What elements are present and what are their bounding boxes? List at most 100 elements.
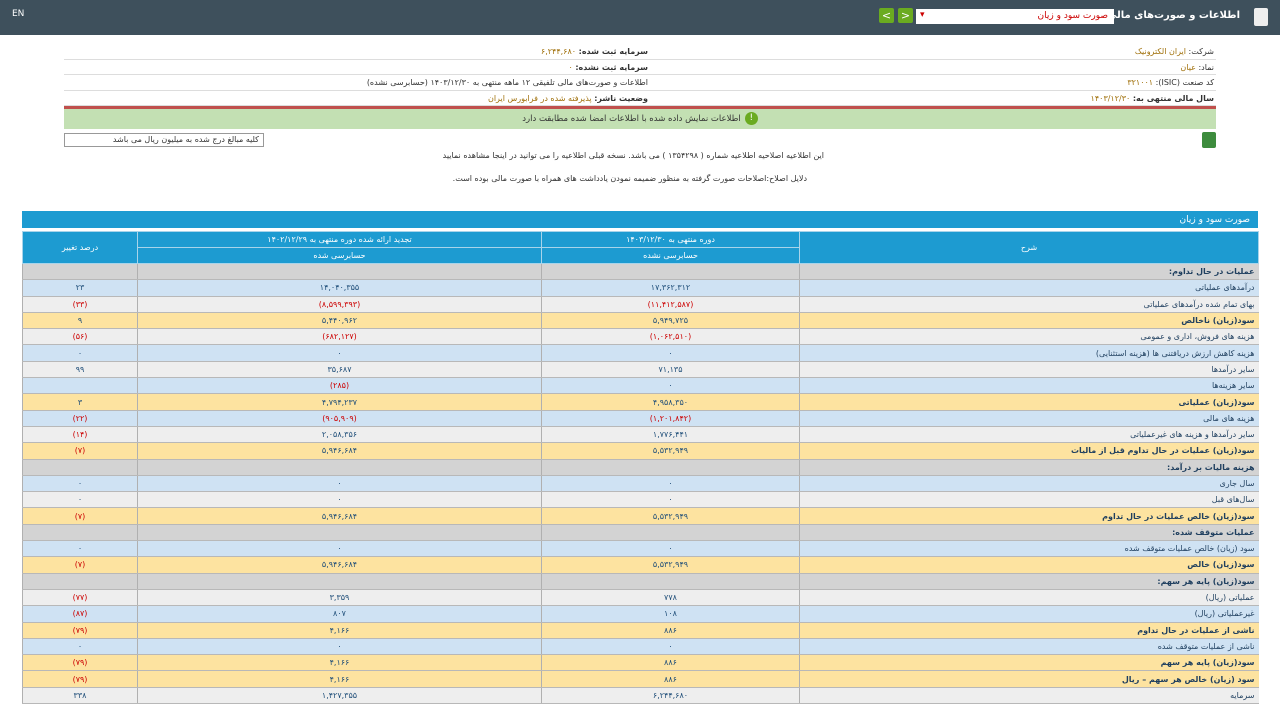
table-row: سایر درآمدها و هزینه های غیرعملیاتی ۱,۷۷۶… [22,426,1259,444]
previous-value: ۴,۱۶۶ [137,654,542,672]
table-row: سود(زیان) ناخالص ۵,۹۴۹,۷۲۵ ۵,۴۴۰,۹۶۲ ۹ [22,312,1259,330]
change-percent: ۹ [22,312,138,330]
current-value: ۸۸۶ [541,670,800,688]
excel-export-icon[interactable] [1202,132,1216,148]
row-label: بهای تمام شده درآمدهای عملیاتی [799,296,1259,313]
row-label: عملیات در حال تداوم: [799,263,1259,281]
current-value [541,459,800,476]
change-percent: (۷) [22,507,138,525]
symbol-label: نماد: [1198,62,1214,72]
previous-value [137,263,542,281]
row-label: سایر هزینه‌ها [799,377,1259,395]
previous-value: ۱,۴۲۷,۳۵۵ [137,687,542,705]
table-row: عملیات متوقف شده: [22,524,1259,542]
change-percent: ۳۳۸ [22,687,138,705]
table-row: هزینه های مالی (۱,۲۰۱,۸۴۲) (۹۰۵,۹۰۹) (۲۲) [22,410,1259,427]
row-label: هزینه های فروش، اداری و عمومی [799,328,1259,346]
top-bar: EN اطلاعات و صورت‌های مالی تلفیقی ▾ صورت … [0,0,1280,35]
change-percent: ۰ [22,540,138,558]
change-percent: ۰ [22,638,138,656]
previous-value: ۴,۷۹۴,۲۳۷ [137,393,542,411]
next-button[interactable]: > [898,8,913,23]
row-label: سال جاری [799,475,1259,493]
isic-value: ۳۲۱۰۰۱ [1127,78,1154,87]
table-row: سرمایه ۶,۲۴۴,۶۸۰ ۱,۴۲۷,۳۵۵ ۳۳۸ [22,687,1259,705]
row-label: عملیات متوقف شده: [799,524,1259,542]
change-percent: ۰ [22,475,138,493]
language-toggle[interactable]: EN [12,9,24,19]
current-value: ۱۷,۳۶۲,۳۱۲ [541,279,800,297]
current-value: ۷۷۸ [541,589,800,607]
amendment-notice[interactable]: این اطلاعیه اصلاحیه اطلاعیه شماره ( ۱۳۵۴… [443,151,824,160]
row-label: سود(زیان) خالص [799,556,1259,574]
status-value: پذیرفته شده در فرابورس ایران [487,93,592,103]
current-value: ۰ [541,475,800,493]
table-row: ناشی از عملیات متوقف شده ۰ ۰ ۰ [22,638,1259,656]
change-percent: (۷) [22,556,138,574]
change-percent: (۲۲) [22,410,138,427]
previous-value: ۱۴,۰۴۰,۳۵۵ [137,279,542,297]
header-current-sub: حسابرسی نشده [541,247,800,264]
change-percent: (۷۹) [22,654,138,672]
change-percent: ۰ [22,491,138,509]
amendment-reason: دلایل اصلاح:اصلاحات صورت گرفته به منظور … [452,174,807,183]
previous-value: ۴,۱۶۶ [137,670,542,688]
info-icon: ! [744,112,758,125]
uncap-label: سرمایه ثبت نشده: [575,62,648,72]
change-percent: (۳۳) [22,296,138,313]
previous-value: ۰ [137,475,542,493]
table-row: سایر هزینه‌ها ۰ (۲۸۵) [22,377,1259,395]
change-percent: (۷۷) [22,589,138,607]
capital-value: ۶,۲۴۴,۶۸۰ [540,47,577,56]
current-value: ۸۸۶ [541,622,800,639]
current-value: ۰ [541,344,800,362]
table-row: سود (زیان) خالص هر سهم – ریال ۸۸۶ ۴,۱۶۶ (۷۹… [22,670,1259,688]
current-value: ۵,۵۳۲,۹۴۹ [541,556,800,574]
row-label: سود(زیان) خالص عملیات در حال تداوم [799,507,1259,525]
statement-select[interactable]: ▾ صورت سود و زیان [916,9,1114,24]
row-label: سود(زیان) عملیاتی [799,393,1259,411]
current-value: ۷۱,۱۳۵ [541,361,800,379]
prev-button[interactable]: < [879,8,894,23]
status-label: وضعیت ناشر: [594,93,648,103]
row-label: سود(زیان) پایه هر سهم [799,654,1259,672]
previous-value: ۰ [137,491,542,509]
change-percent: ۰ [22,344,138,362]
fy-value: ۱۴۰۳/۱۲/۳۰ [1090,93,1131,103]
current-value: ۵,۵۳۲,۹۴۹ [541,507,800,525]
isic-label: کد صنعت (ISIC): [1155,78,1214,87]
report-title: اطلاعات و صورت‌های مالی تلفیقی ۱۲ ماهه م… [366,78,648,87]
current-value: ۰ [541,377,800,395]
row-label: سایر درآمدها و هزینه های غیرعملیاتی [799,426,1259,444]
row-label: عملیاتی (ریال) [799,589,1259,607]
table-row: غیرعملیاتی (ریال) ۱۰۸ ۸۰۷ (۸۷) [22,605,1259,623]
row-label: سود(زیان) ناخالص [799,312,1259,330]
table-row: درآمدهای عملیاتی ۱۷,۳۶۲,۳۱۲ ۱۴,۰۴۰,۳۵۵ ۲۳ [22,279,1259,297]
chevron-down-icon: ▾ [920,10,925,20]
clipboard-icon [1254,8,1268,26]
change-percent [22,524,138,542]
symbol-value: عیان [1180,62,1196,72]
row-label: غیرعملیاتی (ریال) [799,605,1259,623]
previous-value: ۲,۰۵۸,۳۵۶ [137,426,542,444]
previous-value: ۸۰۷ [137,605,542,623]
previous-value: ۵,۴۴۰,۹۶۲ [137,312,542,330]
table-row: هزینه های فروش، اداری و عمومی (۱,۰۶۲,۵۱۰)… [22,328,1259,346]
uncap-value: ۰ [568,62,573,72]
table-row: سود(زیان) خالص عملیات در حال تداوم ۵,۵۳۲,… [22,507,1259,525]
table-row: هزینه کاهش ارزش دریافتنی ها (هزینه استثن… [22,344,1259,362]
table-row: سود(زیان) عملیات در حال تداوم قبل از مال… [22,442,1259,460]
header-description: شرح [799,231,1259,264]
row-label: ناشی از عملیات در حال تداوم [799,622,1259,639]
previous-value: ۵,۹۴۶,۶۸۴ [137,442,542,460]
company-name: ایران الکترونیک [1134,47,1186,56]
previous-value: ۳۵,۶۸۷ [137,361,542,379]
table-row: هزینه مالیات بر درآمد: [22,459,1259,476]
header-current: دوره منتهی به ۱۴۰۳/۱۲/۳۰ [541,231,800,248]
table-row: سایر درآمدها ۷۱,۱۳۵ ۳۵,۶۸۷ ۹۹ [22,361,1259,379]
table-row: عملیاتی (ریال) ۷۷۸ ۳,۳۵۹ (۷۷) [22,589,1259,607]
table-row: سود (زیان) خالص عملیات متوقف شده ۰ ۰ ۰ [22,540,1259,558]
verification-banner: !اطلاعات نمایش داده شده با اطلاعات امضا … [64,109,1216,129]
current-value: ۵,۹۴۹,۷۲۵ [541,312,800,330]
row-label: هزینه های مالی [799,410,1259,427]
